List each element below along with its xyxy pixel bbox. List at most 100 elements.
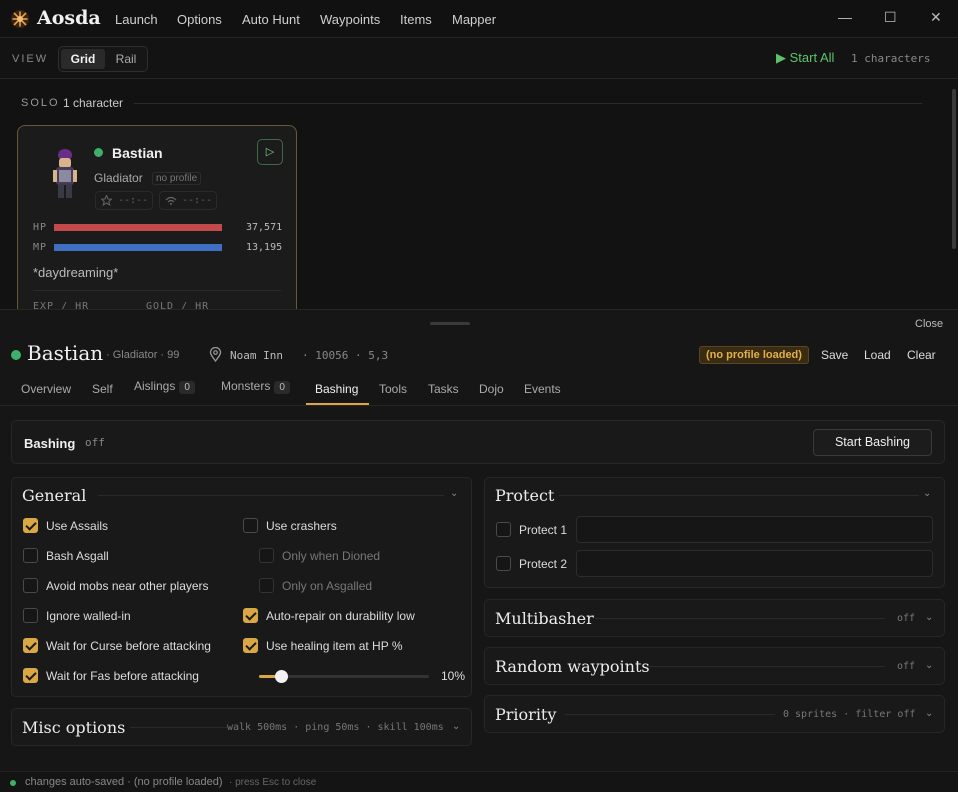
timer-pill: --:-- (95, 191, 153, 210)
detail-character-meta: · Gladiator · 99 (106, 349, 180, 361)
bash-asgall-checkbox[interactable] (23, 548, 38, 563)
multibasher-section[interactable]: Multibasher off ⌄ (484, 599, 945, 637)
view-bar: VIEW Grid Rail ▶ Start All 1 characters (0, 38, 958, 79)
online-status-dot (94, 148, 103, 157)
mp-value: 13,195 (246, 242, 283, 253)
maximize-icon[interactable]: ☐ (884, 9, 897, 26)
protect-2-label: Protect 2 (519, 557, 568, 571)
online-status-dot (11, 350, 21, 360)
location-name: Noam Inn (230, 349, 283, 362)
auto-repair-label: Auto-repair on durability low (266, 609, 415, 623)
multibasher-title: Multibasher (495, 609, 594, 628)
character-avatar (53, 149, 77, 198)
saved-status-dot (10, 780, 16, 786)
misc-options-title: Misc options (22, 718, 126, 737)
scrollbar[interactable] (952, 89, 956, 249)
use-healing-item-label: Use healing item at HP % (266, 639, 403, 653)
mp-bar-fill (54, 244, 222, 251)
avoid-mobs-checkbox[interactable] (23, 578, 38, 593)
heal-hp-slider-thumb[interactable] (275, 670, 288, 683)
menu-waypoints[interactable]: Waypoints (320, 12, 380, 27)
location-pin-icon (209, 347, 222, 362)
menu-launch[interactable]: Launch (115, 12, 158, 27)
only-when-dioned-checkbox[interactable] (259, 548, 274, 563)
close-button[interactable]: Close (915, 318, 943, 330)
protect-2-checkbox[interactable] (496, 556, 511, 571)
chevron-down-icon[interactable]: ⌄ (450, 488, 458, 499)
chevron-down-icon[interactable]: ⌄ (452, 721, 460, 732)
wait-curse-checkbox[interactable] (23, 638, 38, 653)
tab-self[interactable]: Self (92, 382, 113, 396)
solo-count: 1 character (63, 96, 124, 110)
tab-bar: Overview Self Aislings 0 Monsters 0 Bashin… (0, 372, 958, 406)
priority-section[interactable]: Priority 0 sprites · filter off ⌄ (484, 695, 945, 733)
tab-bashing[interactable]: Bashing (315, 382, 358, 396)
character-card[interactable]: Bastian Gladiator no profile --:-- --:--… (17, 125, 297, 309)
use-healing-item-checkbox[interactable] (243, 638, 258, 653)
divider (134, 103, 922, 104)
protect-title: Protect (495, 486, 555, 505)
menu-options[interactable]: Options (177, 12, 222, 27)
start-bashing-button[interactable]: Start Bashing (813, 429, 932, 456)
menu-mapper[interactable]: Mapper (452, 12, 496, 27)
use-crashers-checkbox[interactable] (243, 518, 258, 533)
hp-label: HP (33, 222, 48, 233)
divider (33, 290, 281, 291)
wait-fas-checkbox[interactable] (23, 668, 38, 683)
tab-tasks[interactable]: Tasks (428, 382, 459, 396)
footer-hint: · press Esc to close (229, 777, 317, 788)
tab-monsters[interactable]: Monsters 0 (221, 379, 290, 394)
play-icon: ▶ (776, 50, 786, 65)
divider (565, 714, 775, 715)
chevron-down-icon[interactable]: ⌄ (925, 660, 933, 671)
protect-1-checkbox[interactable] (496, 522, 511, 537)
ignore-walled-in-checkbox[interactable] (23, 608, 38, 623)
tab-dojo[interactable]: Dojo (479, 382, 504, 396)
misc-options-section[interactable]: Misc options walk 500ms · ping 50ms · sk… (11, 708, 472, 746)
hp-bar (54, 224, 222, 231)
only-on-asgalled-checkbox[interactable] (259, 578, 274, 593)
bashing-status-panel: Bashing off Start Bashing (11, 420, 945, 464)
load-button[interactable]: Load (864, 348, 891, 362)
misc-options-summary: walk 500ms · ping 50ms · skill 100ms (227, 722, 444, 733)
clear-button[interactable]: Clear (907, 348, 936, 362)
characters-area: SOLO 1 character Bastian Gladiator no pr… (0, 79, 958, 309)
use-assails-checkbox[interactable] (23, 518, 38, 533)
character-name: Bastian (112, 145, 163, 161)
chevron-down-icon[interactable]: ⌄ (925, 708, 933, 719)
hp-bar-fill (54, 224, 222, 231)
tab-events[interactable]: Events (524, 382, 561, 396)
menu-items[interactable]: Items (400, 12, 432, 27)
play-button[interactable]: ▷ (257, 139, 283, 165)
save-button[interactable]: Save (821, 348, 848, 362)
tab-tools[interactable]: Tools (379, 382, 407, 396)
view-grid-button[interactable]: Grid (61, 49, 105, 69)
close-window-icon[interactable]: ✕ (930, 9, 942, 26)
view-label: VIEW (12, 53, 49, 65)
tab-overview[interactable]: Overview (21, 382, 71, 396)
view-toggle: Grid Rail (58, 46, 148, 72)
general-section: General ⌄ Use Assails Use crashers Bash … (11, 477, 472, 697)
divider (595, 618, 885, 619)
start-all-button[interactable]: ▶ Start All (776, 50, 834, 66)
menu-auto-hunt[interactable]: Auto Hunt (242, 12, 300, 27)
general-title: General (22, 486, 87, 505)
random-waypoints-section[interactable]: Random waypoints off ⌄ (484, 647, 945, 685)
chevron-down-icon[interactable]: ⌄ (923, 488, 931, 499)
solo-label: SOLO (21, 97, 60, 109)
chevron-down-icon[interactable]: ⌄ (925, 612, 933, 623)
timer-pill: --:-- (159, 191, 217, 210)
auto-repair-checkbox[interactable] (243, 608, 258, 623)
resize-handle[interactable] (430, 322, 470, 325)
location-coordinates: · 10056 · 5,3 (302, 349, 389, 362)
character-class: Gladiator (94, 171, 143, 185)
tab-count-badge: 0 (274, 381, 290, 394)
minimize-icon[interactable]: — (838, 9, 852, 25)
random-waypoints-title: Random waypoints (495, 657, 650, 676)
priority-title: Priority (495, 705, 557, 724)
protect-1-input[interactable] (576, 516, 933, 543)
wait-fas-label: Wait for Fas before attacking (46, 669, 199, 683)
tab-aislings[interactable]: Aislings 0 (134, 379, 195, 394)
view-rail-button[interactable]: Rail (109, 49, 143, 69)
protect-2-input[interactable] (576, 550, 933, 577)
